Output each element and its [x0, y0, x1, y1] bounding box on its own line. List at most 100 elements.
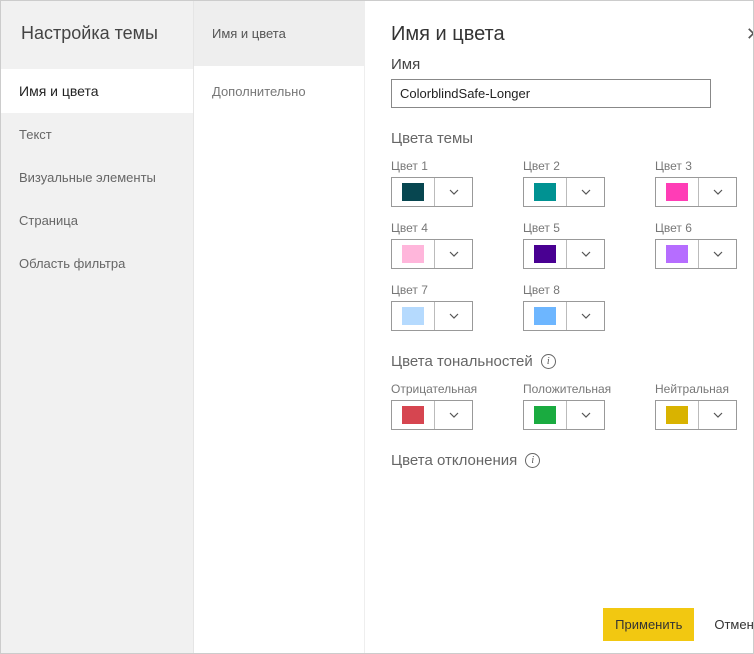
color-swatch: [402, 406, 424, 424]
color-label: Цвет 2: [523, 159, 633, 173]
sidebar1-item-visuals[interactable]: Визуальные элементы: [1, 156, 193, 199]
chevron-down-icon: [581, 313, 591, 319]
chevron-wrap: [434, 302, 472, 330]
color-swatch: [534, 307, 556, 325]
color-swatch: [534, 245, 556, 263]
sidebar2-item-advanced[interactable]: Дополнительно: [194, 66, 364, 117]
color-swatch: [666, 183, 688, 201]
chevron-down-icon: [581, 251, 591, 257]
swatch-wrap: [524, 178, 566, 206]
color-swatch: [666, 245, 688, 263]
sidebar1-item-label: Область фильтра: [19, 256, 125, 271]
info-icon[interactable]: i: [541, 354, 556, 369]
color-swatch: [534, 183, 556, 201]
color-label: Цвет 1: [391, 159, 501, 173]
close-icon: ✕: [746, 24, 754, 44]
color-picker-8[interactable]: [523, 301, 605, 331]
chevron-wrap: [698, 401, 736, 429]
sidebar-primary-title: Настройка темы: [1, 1, 193, 69]
sidebar2-item-name-colors[interactable]: Имя и цвета: [194, 1, 364, 66]
theme-colors-title-text: Цвета темы: [391, 130, 473, 147]
swatch-wrap: [392, 302, 434, 330]
sidebar1-item-label: Текст: [19, 127, 52, 142]
swatch-wrap: [392, 401, 434, 429]
color-picker-4[interactable]: [391, 239, 473, 269]
name-label: Имя: [391, 56, 754, 73]
chevron-down-icon: [449, 251, 459, 257]
chevron-wrap: [434, 401, 472, 429]
divergence-title: Цвета отклонения: [391, 452, 517, 469]
apply-button[interactable]: Применить: [603, 608, 694, 641]
theme-colors-grid: Цвет 1 Цвет 2 Цвет 3: [391, 159, 754, 331]
name-field-group: Имя: [391, 56, 754, 108]
theme-color-4: Цвет 4: [391, 221, 501, 269]
color-picker-6[interactable]: [655, 239, 737, 269]
color-picker-3[interactable]: [655, 177, 737, 207]
chevron-wrap: [566, 178, 604, 206]
color-label: Цвет 7: [391, 283, 501, 297]
main-body: Имя Цвета темы Цвет 1 Цвет 2: [365, 56, 754, 595]
sidebar1-item-label: Имя и цвета: [19, 83, 99, 99]
sentiment-positive: Положительная: [523, 382, 633, 430]
color-label: Цвет 3: [655, 159, 754, 173]
chevron-down-icon: [581, 189, 591, 195]
color-picker-negative[interactable]: [391, 400, 473, 430]
color-label: Цвет 8: [523, 283, 633, 297]
theme-color-7: Цвет 7: [391, 283, 501, 331]
name-input[interactable]: [391, 79, 711, 108]
swatch-wrap: [392, 240, 434, 268]
chevron-down-icon: [713, 251, 723, 257]
color-label: Нейтральная: [655, 382, 754, 396]
color-picker-7[interactable]: [391, 301, 473, 331]
swatch-wrap: [656, 240, 698, 268]
theme-colors-title: Цвета темы: [391, 130, 754, 147]
chevron-down-icon: [713, 189, 723, 195]
chevron-down-icon: [449, 412, 459, 418]
chevron-wrap: [698, 240, 736, 268]
color-picker-1[interactable]: [391, 177, 473, 207]
apply-label: Применить: [615, 617, 682, 632]
swatch-wrap: [524, 240, 566, 268]
swatch-wrap: [656, 401, 698, 429]
sentiment-title: Цвета тональностей: [391, 353, 533, 370]
sentiment-colors-grid: Отрицательная Положительная Нейтральная: [391, 382, 754, 430]
sidebar2-item-label: Дополнительно: [212, 84, 306, 99]
cancel-button[interactable]: Отмена: [702, 608, 754, 641]
color-label: Отрицательная: [391, 382, 501, 396]
sidebar2-item-label: Имя и цвета: [212, 26, 286, 41]
swatch-wrap: [656, 178, 698, 206]
swatch-wrap: [392, 178, 434, 206]
color-picker-5[interactable]: [523, 239, 605, 269]
color-label: Цвет 6: [655, 221, 754, 235]
color-picker-positive[interactable]: [523, 400, 605, 430]
dialog-footer: Применить Отмена: [365, 595, 754, 653]
theme-color-1: Цвет 1: [391, 159, 501, 207]
color-swatch: [534, 406, 556, 424]
close-button[interactable]: ✕: [742, 23, 754, 45]
sidebar1-item-name-colors[interactable]: Имя и цвета: [1, 69, 193, 113]
chevron-down-icon: [449, 313, 459, 319]
sidebar1-item-page[interactable]: Страница: [1, 199, 193, 242]
sentiment-title-row: Цвета тональностей i: [391, 353, 754, 370]
theme-dialog: Настройка темы Имя и цвета Текст Визуаль…: [0, 0, 754, 654]
chevron-down-icon: [581, 412, 591, 418]
cancel-label: Отмена: [714, 617, 754, 632]
sidebar1-item-filter[interactable]: Область фильтра: [1, 242, 193, 285]
swatch-wrap: [524, 302, 566, 330]
color-picker-2[interactable]: [523, 177, 605, 207]
chevron-down-icon: [449, 189, 459, 195]
theme-color-2: Цвет 2: [523, 159, 633, 207]
swatch-wrap: [524, 401, 566, 429]
color-swatch: [402, 245, 424, 263]
divergence-title-row: Цвета отклонения i: [391, 452, 754, 469]
info-icon[interactable]: i: [525, 453, 540, 468]
color-label: Цвет 5: [523, 221, 633, 235]
sidebar1-item-text[interactable]: Текст: [1, 113, 193, 156]
color-picker-neutral[interactable]: [655, 400, 737, 430]
theme-color-5: Цвет 5: [523, 221, 633, 269]
chevron-wrap: [698, 178, 736, 206]
sidebar1-item-label: Визуальные элементы: [19, 170, 156, 185]
color-label: Положительная: [523, 382, 633, 396]
chevron-wrap: [434, 240, 472, 268]
color-label: Цвет 4: [391, 221, 501, 235]
